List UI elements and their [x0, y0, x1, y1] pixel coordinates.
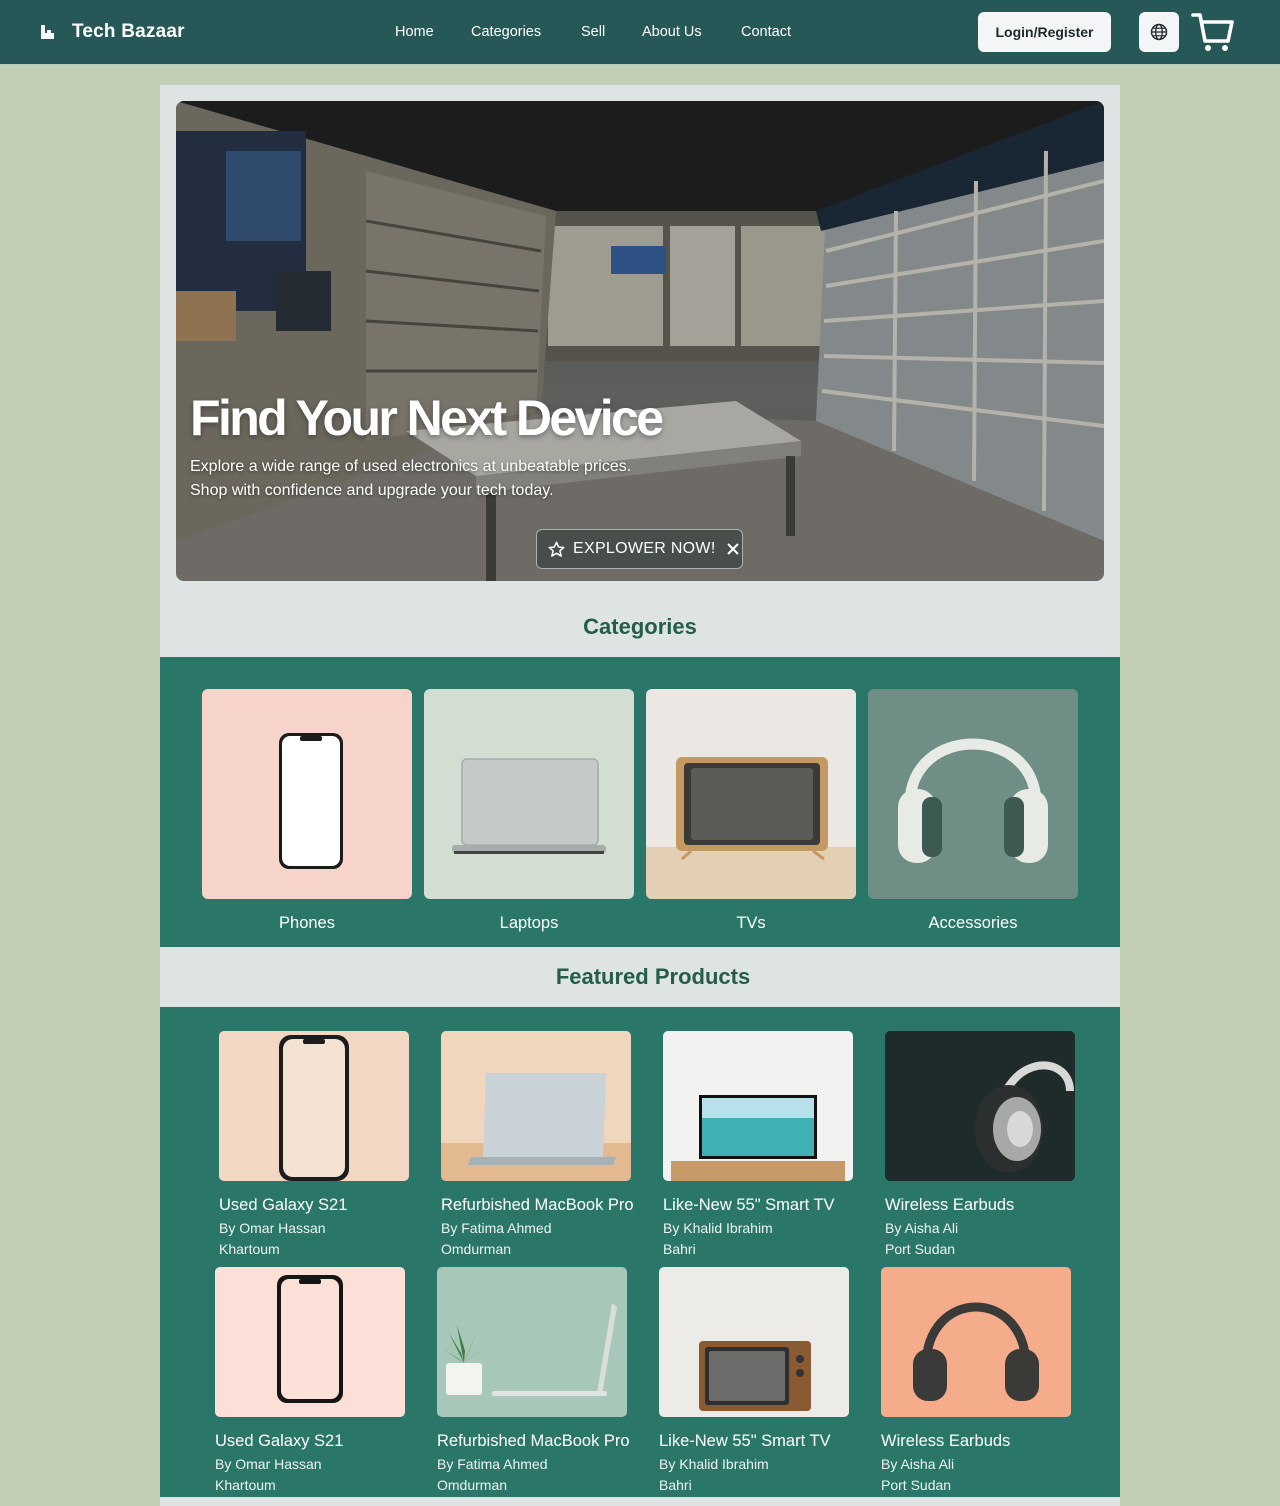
top-navbar: Tech Bazaar Home Categories Sell About U… — [0, 0, 1280, 65]
product-image[interactable] — [881, 1267, 1071, 1417]
product-name[interactable]: Wireless Earbuds — [885, 1196, 1014, 1215]
product-seller: By Aisha Ali — [885, 1220, 959, 1236]
close-icon[interactable] — [726, 543, 739, 555]
product-seller: By Omar Hassan — [219, 1220, 326, 1236]
brand-name[interactable]: Tech Bazaar — [72, 21, 185, 43]
login-register-button[interactable]: Login/Register — [978, 12, 1111, 52]
product-seller: By Aisha Ali — [881, 1456, 955, 1472]
laptop-image — [441, 1073, 631, 1181]
product-image[interactable] — [441, 1031, 631, 1181]
category-card-phones[interactable] — [202, 689, 412, 899]
tv-image — [671, 1095, 845, 1181]
product-location: Omdurman — [441, 1241, 512, 1257]
store-interior-image — [176, 101, 1104, 581]
product-name[interactable]: Like-New 55" Smart TV — [663, 1196, 835, 1215]
phone-image — [279, 733, 343, 869]
tv-image — [699, 1341, 811, 1411]
nav-sell[interactable]: Sell — [581, 24, 605, 40]
product-image[interactable] — [219, 1031, 409, 1181]
product-name[interactable]: Used Galaxy S21 — [219, 1196, 347, 1215]
language-button[interactable] — [1139, 12, 1179, 52]
tv-image — [646, 757, 856, 899]
phone-image — [279, 1035, 349, 1181]
laptop-image — [443, 1303, 617, 1396]
category-label-phones[interactable]: Phones — [202, 914, 412, 933]
product-seller: By Omar Hassan — [215, 1456, 322, 1472]
category-card-accessories[interactable] — [868, 689, 1078, 899]
hero-banner — [176, 101, 1104, 581]
featured-products-heading: Featured Products — [555, 964, 751, 989]
hero-subtitle-line-2: Shop with confidence and upgrade your te… — [190, 482, 554, 499]
headphones-image — [898, 738, 1048, 863]
product-location: Khartoum — [219, 1241, 280, 1257]
product-location: Bahri — [663, 1241, 696, 1257]
product-location: Bahri — [659, 1477, 692, 1493]
nav-categories[interactable]: Categories — [471, 24, 541, 40]
nav-contact[interactable]: Contact — [741, 24, 791, 40]
product-seller: By Khalid Ibrahim — [659, 1456, 769, 1472]
product-location: Port Sudan — [881, 1477, 952, 1493]
product-image[interactable] — [215, 1267, 405, 1417]
category-card-laptops[interactable] — [424, 689, 634, 899]
product-image[interactable] — [663, 1031, 853, 1181]
product-location: Khartoum — [215, 1477, 276, 1493]
cart-icon[interactable] — [1190, 10, 1236, 54]
category-label-tvs[interactable]: TVs — [646, 914, 856, 933]
explore-now-button[interactable]: EXPLOWER NOW! — [536, 529, 743, 569]
phone-image — [277, 1275, 343, 1403]
category-card-tvs[interactable] — [646, 689, 856, 899]
hero-subtitle-line-1: Explore a wide range of used electronics… — [190, 458, 632, 475]
product-name[interactable]: Refurbished MacBook Pro — [437, 1432, 630, 1451]
product-image[interactable] — [659, 1267, 849, 1417]
product-seller: By Khalid Ibrahim — [663, 1220, 773, 1236]
category-label-laptops[interactable]: Laptops — [424, 914, 634, 933]
product-seller: By Fatima Ahmed — [441, 1220, 552, 1236]
product-name[interactable]: Refurbished MacBook Pro — [441, 1196, 634, 1215]
nav-about-us[interactable]: About Us — [642, 24, 702, 40]
headphones-image — [975, 1061, 1074, 1173]
category-label-accessories[interactable]: Accessories — [868, 914, 1078, 933]
product-name[interactable]: Like-New 55" Smart TV — [659, 1432, 831, 1451]
explore-now-label: EXPLOWER NOW! — [573, 540, 716, 557]
hero-title: Find Your Next Device — [190, 390, 664, 446]
product-location: Omdurman — [437, 1477, 508, 1493]
nav-home[interactable]: Home — [395, 24, 434, 40]
categories-heading: Categories — [583, 614, 697, 639]
product-image[interactable] — [885, 1031, 1075, 1181]
product-name[interactable]: Wireless Earbuds — [881, 1432, 1010, 1451]
star-icon — [548, 541, 565, 557]
globe-icon — [1150, 23, 1168, 41]
product-seller: By Fatima Ahmed — [437, 1456, 548, 1472]
product-location: Port Sudan — [885, 1241, 956, 1257]
laptop-image — [452, 758, 606, 854]
product-image[interactable] — [437, 1267, 627, 1417]
logo-icon — [41, 25, 54, 39]
headphones-image — [913, 1302, 1039, 1401]
product-name[interactable]: Used Galaxy S21 — [215, 1432, 343, 1451]
